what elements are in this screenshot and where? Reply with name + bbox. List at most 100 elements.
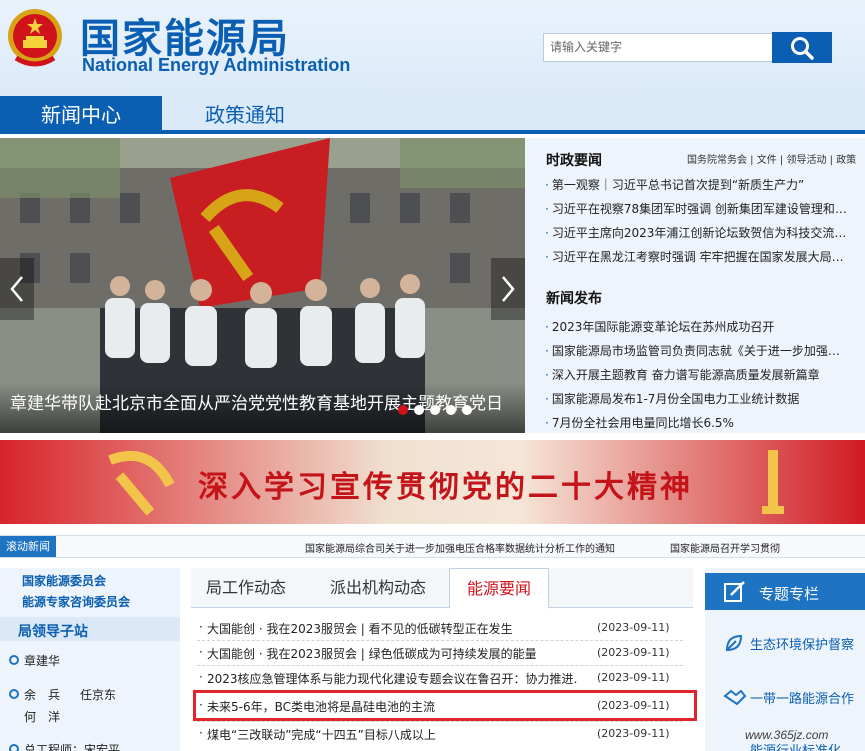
news-carousel[interactable]: 章建华带队赴北京市全面从严治党党性教育基地开展主题教育党日: [0, 138, 525, 433]
chevron-left-icon: [10, 276, 23, 302]
special-topic-eco[interactable]: 生态环境保护督察: [750, 634, 854, 653]
bullet: ·: [545, 226, 549, 240]
table-row[interactable]: · 大国能创 · 我在2023服贸会 | 绿色低碳成为可持续发展的能量 (202…: [197, 643, 683, 665]
bullet: ·: [199, 645, 203, 659]
list-item[interactable]: · 国家能源局市场监管司负责同志就《关于进一步加强…: [545, 342, 865, 359]
list-item[interactable]: · 深入开展主题教育 奋力谱写能源高质量发展新篇章: [545, 366, 865, 383]
bullet: ·: [545, 320, 549, 334]
monument-icon: [762, 450, 784, 514]
party-banner[interactable]: 深入学习宣传贯彻党的二十大精神: [0, 440, 865, 524]
leaders-title[interactable]: 局领导子站: [18, 621, 88, 641]
bullet: ·: [545, 392, 549, 406]
site-title-en[interactable]: National Energy Administration: [82, 55, 350, 76]
leader-name[interactable]: 任京东: [80, 686, 116, 703]
politics-links[interactable]: 国务院常务会 | 文件 | 领导活动 | 政策: [687, 151, 856, 166]
row-divider: [197, 721, 683, 722]
leaders-header: 局领导子站: [0, 617, 180, 641]
carousel-next-button[interactable]: [491, 258, 525, 320]
tab-branch-agencies[interactable]: 派出机构动态: [313, 568, 443, 608]
list-item-label: 2023年国际能源变革论坛在苏州成功召开: [551, 320, 775, 334]
list-item[interactable]: · 国家能源局发布1-7月份全国电力工业统计数据: [545, 390, 865, 407]
table-row[interactable]: · 煤电“三改联动”完成“十四五”目标八成以上 (2023-09-11): [197, 724, 683, 746]
list-item-label: 深入开展主题教育 奋力谱写能源高质量发展新篇章: [551, 368, 820, 382]
site-header: 国家能源局 National Energy Administration 请输入…: [0, 0, 865, 96]
row-title[interactable]: 大国能创 · 我在2023服贸会 | 看不见的低碳转型正在发生: [207, 620, 577, 637]
national-emblem-icon: [8, 9, 62, 67]
bullet: ·: [199, 620, 203, 634]
carousel-prev-button[interactable]: [0, 258, 34, 320]
list-item-label: 国家能源局发布1-7月份全国电力工业统计数据: [551, 392, 800, 406]
special-topic-belt-road[interactable]: 一带一路能源合作: [750, 688, 854, 707]
watermark: www.365jz.com: [745, 728, 829, 742]
bullet: ·: [545, 368, 549, 382]
list-item-label: 习近平主席向2023年浦江创新论坛致贺信为科技交流…: [551, 226, 847, 240]
circle-bullet-icon: [9, 744, 19, 751]
special-topics-title[interactable]: 专题专栏: [759, 583, 819, 604]
carousel-dot[interactable]: [414, 405, 424, 415]
carousel-dots: [398, 405, 472, 415]
hammer-sickle-icon: [108, 451, 175, 516]
list-item-label: 习近平在视察78集团军时强调 创新集团军建设管理和…: [551, 202, 847, 216]
highlight-annotation-box: [193, 690, 697, 721]
bullet: ·: [199, 726, 203, 740]
chevron-right-icon: [502, 276, 515, 302]
banner-text: 深入学习宣传贯彻党的二十大精神: [198, 470, 693, 505]
row-title[interactable]: 大国能创 · 我在2023服贸会 | 绿色低碳成为可持续发展的能量: [207, 645, 577, 662]
circle-bullet-icon: [9, 655, 19, 665]
search-button[interactable]: [772, 32, 832, 63]
search-icon: [791, 36, 814, 60]
sidebar-link-expert-committee[interactable]: 能源专家咨询委员会: [22, 593, 130, 610]
bullet: ·: [545, 178, 549, 192]
bullet: ·: [545, 202, 549, 216]
list-item[interactable]: · 第一观察｜习近平总书记首次提到“新质生产力”: [545, 176, 865, 193]
scroll-news-item[interactable]: 国家能源局综合司关于进一步加强电压合格率数据统计分析工作的通知: [305, 540, 615, 555]
leader-name[interactable]: 章建华: [24, 652, 60, 669]
sidebar-link-energy-committee[interactable]: 国家能源委员会: [22, 572, 106, 589]
special-topics-panel: 专题专栏 生态环境保护督察 一带一路能源合作 能源行业标准化: [705, 568, 865, 751]
leader-name[interactable]: 总工程师：宋宏平: [24, 741, 120, 751]
search-input[interactable]: 请输入关键字: [543, 33, 773, 62]
list-item-label: 习近平在黑龙江考察时强调 牢牢把握在国家发展大局…: [551, 250, 844, 264]
list-item-label: 7月份全社会用电量同比增长6.5%: [551, 416, 734, 430]
press-title[interactable]: 新闻发布: [546, 288, 602, 308]
carousel-dot[interactable]: [446, 405, 456, 415]
carousel-dot[interactable]: [398, 405, 408, 415]
table-row[interactable]: · 2023核应急管理体系与能力现代化建设专题会议在鲁召开：协力推进… (202…: [197, 668, 683, 690]
list-item[interactable]: · 2023年国际能源变革论坛在苏州成功召开: [545, 318, 865, 335]
row-date: (2023-09-11): [597, 727, 670, 740]
leader-name[interactable]: 余 兵: [24, 686, 60, 703]
table-row[interactable]: · 大国能创 · 我在2023服贸会 | 看不见的低碳转型正在发生 (2023-…: [197, 618, 683, 640]
tab-policy-notice[interactable]: 政策通知: [170, 96, 320, 134]
list-item[interactable]: · 习近平主席向2023年浦江创新论坛致贺信为科技交流…: [545, 224, 865, 241]
edit-icon: [724, 581, 745, 602]
handshake-icon: [723, 689, 747, 706]
list-item[interactable]: · 习近平在黑龙江考察时强调 牢牢把握在国家发展大局…: [545, 248, 865, 265]
leaf-icon: [725, 634, 743, 652]
list-item[interactable]: · 7月份全社会用电量同比增长6.5%: [545, 414, 865, 431]
row-title[interactable]: 煤电“三改联动”完成“十四五”目标八成以上: [207, 726, 577, 743]
carousel-dot[interactable]: [430, 405, 440, 415]
list-item-label: 第一观察｜习近平总书记首次提到“新质生产力”: [551, 178, 805, 192]
bullet: ·: [545, 250, 549, 264]
center-news-panel: 局工作动态 派出机构动态 能源要闻 · 大国能创 · 我在2023服贸会 | 看…: [191, 568, 693, 751]
row-title[interactable]: 2023核应急管理体系与能力现代化建设专题会议在鲁召开：协力推进…: [207, 670, 577, 687]
list-item-label: 国家能源局市场监管司负责同志就《关于进一步加强…: [551, 344, 840, 358]
left-sidebar: 国家能源委员会 能源专家咨询委员会 局领导子站 章建华 余 兵 任京东 何 洋 …: [0, 568, 180, 751]
bullet: ·: [545, 416, 549, 430]
tab-energy-news[interactable]: 能源要闻: [449, 568, 549, 609]
row-date: (2023-09-11): [597, 671, 670, 684]
leader-name[interactable]: 何 洋: [24, 708, 60, 725]
list-item[interactable]: · 习近平在视察78集团军时强调 创新集团军建设管理和…: [545, 200, 865, 217]
tab-bureau-work[interactable]: 局工作动态: [191, 568, 301, 608]
row-divider: [197, 640, 683, 641]
politics-title[interactable]: 时政要闻: [546, 150, 602, 170]
main-tab-bar: 新闻中心 政策通知: [0, 96, 865, 134]
bullet: ·: [199, 670, 203, 684]
carousel-dot[interactable]: [462, 405, 472, 415]
scroll-news-item[interactable]: 国家能源局召开学习贯彻: [670, 540, 780, 555]
center-tab-bar: 局工作动态 派出机构动态 能源要闻: [191, 568, 693, 609]
special-topics-header: 专题专栏: [705, 573, 865, 610]
row-date: (2023-09-11): [597, 621, 670, 634]
circle-bullet-icon: [9, 689, 19, 699]
tab-news-center[interactable]: 新闻中心: [0, 96, 162, 134]
